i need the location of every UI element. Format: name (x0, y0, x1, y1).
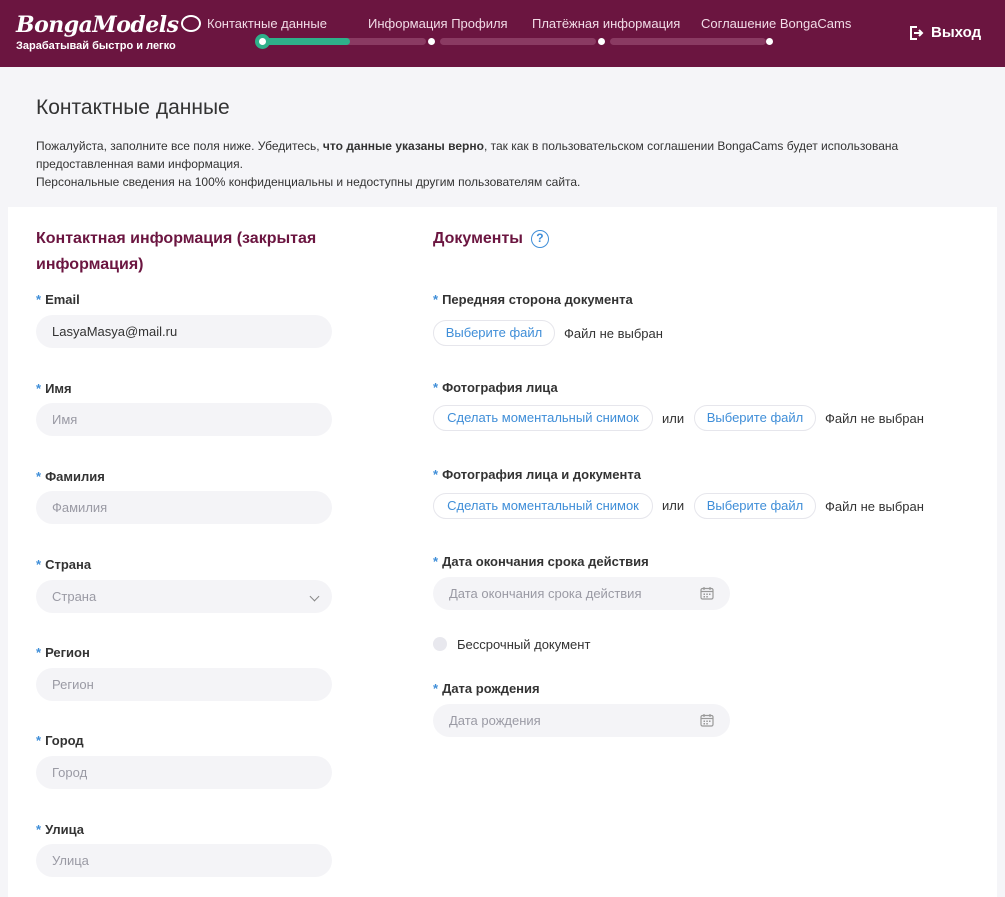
progress-step-dot (766, 38, 773, 45)
form-card: Контактная информация (закрытая информац… (8, 207, 997, 897)
step-contact-data: Контактные данные (207, 16, 327, 31)
email-label: * Email (36, 292, 80, 307)
progress-track-3 (610, 38, 766, 45)
expiry-date-placeholder: Дата окончания срока действия (449, 586, 642, 601)
face-document-photo-label: * Фотография лица и документа (433, 467, 641, 482)
progress-step-dot (428, 38, 435, 45)
document-front-label: * Передняя сторона документа (433, 292, 633, 307)
step-payment-info: Платёжная информация (532, 16, 681, 31)
region-field[interactable]: Регион (36, 668, 332, 701)
expiry-date-field[interactable]: Дата окончания срока действия (433, 577, 730, 610)
page-title: Контактные данные (36, 96, 230, 119)
last-name-label-text: Фамилия (45, 469, 105, 484)
documents-section-title: Документы? (433, 226, 549, 252)
logout-icon (910, 25, 924, 40)
intro-text-bold: что данные указаны верно (322, 139, 484, 153)
calendar-icon[interactable] (700, 586, 714, 600)
birth-date-label-text: Дата рождения (442, 681, 540, 696)
first-name-field[interactable]: Имя (36, 403, 332, 436)
email-field[interactable]: LasyaMasya@mail.ru (36, 315, 332, 348)
street-label: * Улица (36, 822, 84, 837)
city-field[interactable]: Город (36, 756, 332, 789)
country-label-text: Страна (45, 557, 92, 572)
document-front-file-status: Файл не выбран (564, 326, 663, 341)
progress-track-1 (262, 38, 426, 45)
country-label: * Страна (36, 557, 91, 572)
city-label-text: Город (45, 733, 84, 748)
document-front-choose-file-button[interactable]: Выберите файл (433, 320, 555, 346)
face-photo-snapshot-button[interactable]: Сделать моментальный снимок (433, 405, 653, 431)
chat-bubble-icon (180, 14, 201, 32)
or-separator: или (662, 498, 685, 513)
email-label-text: Email (45, 292, 80, 307)
birth-date-field[interactable]: Дата рождения (433, 704, 730, 737)
country-select[interactable]: Страна (36, 580, 332, 613)
chevron-down-icon (309, 591, 320, 602)
required-mark: * (36, 292, 42, 307)
required-mark: * (36, 822, 42, 837)
brand-logo[interactable]: BongaModels Зарабатывай быстро и легко (16, 12, 201, 52)
face-document-snapshot-button[interactable]: Сделать моментальный снимок (433, 493, 653, 519)
street-field[interactable]: Улица (36, 844, 332, 877)
or-separator: или (662, 411, 685, 426)
contact-section-title: Контактная информация (закрытая информац… (36, 230, 317, 273)
first-name-label-text: Имя (45, 381, 72, 396)
required-mark: * (36, 469, 42, 484)
required-mark: * (433, 292, 439, 307)
expiry-date-label: * Дата окончания срока действия (433, 554, 649, 569)
document-front-label-text: Передняя сторона документа (442, 292, 633, 307)
step-agreement: Соглашение BongaCams (701, 16, 852, 31)
birth-date-label: * Дата рождения (433, 681, 540, 696)
logout-button[interactable]: Выход (908, 24, 981, 41)
logo-tagline: Зарабатывай быстро и легко (16, 40, 176, 52)
region-label: * Регион (36, 645, 90, 660)
face-photo-choose-file-button[interactable]: Выберите файл (694, 405, 816, 431)
face-photo-label: * Фотография лица (433, 380, 558, 395)
required-mark: * (36, 733, 42, 748)
documents-title-text: Документы (433, 230, 523, 247)
indefinite-document-checkbox[interactable] (433, 637, 447, 651)
region-label-text: Регион (45, 645, 90, 660)
step-profile-info: Информация Профиля (368, 16, 508, 31)
face-document-photo-label-text: Фотография лица и документа (442, 467, 641, 482)
logout-label: Выход (931, 24, 982, 41)
last-name-field[interactable]: Фамилия (36, 491, 332, 524)
required-mark: * (433, 467, 439, 482)
intro-text: Пожалуйста, заполните все поля ниже. Убе… (36, 137, 976, 191)
required-mark: * (433, 681, 439, 696)
face-document-choose-file-button[interactable]: Выберите файл (694, 493, 816, 519)
progress-track-2 (440, 38, 596, 45)
intro-text-part: Пожалуйста, заполните все поля ниже. Убе… (36, 139, 323, 153)
first-name-label: * Имя (36, 381, 72, 396)
required-mark: * (433, 554, 439, 569)
logo-text: BongaModels (16, 12, 179, 38)
progress-step-current (255, 34, 270, 49)
required-mark: * (36, 557, 42, 572)
face-photo-file-status: Файл не выбран (825, 411, 924, 426)
city-label: * Город (36, 733, 84, 748)
progress-step-dot (598, 38, 605, 45)
street-label-text: Улица (45, 822, 84, 837)
required-mark: * (36, 645, 42, 660)
calendar-icon[interactable] (700, 713, 714, 727)
indefinite-document-label: Бессрочный документ (457, 637, 591, 652)
birth-date-placeholder: Дата рождения (449, 713, 541, 728)
required-mark: * (36, 381, 42, 396)
required-mark: * (433, 380, 439, 395)
face-photo-label-text: Фотография лица (442, 380, 558, 395)
intro-privacy-note: Персональные сведения на 100% конфиденци… (36, 175, 581, 189)
top-header: BongaModels Зарабатывай быстро и легко К… (0, 0, 1005, 67)
help-icon[interactable]: ? (530, 229, 549, 248)
face-document-file-status: Файл не выбран (825, 499, 924, 514)
progress-fill (262, 38, 350, 45)
expiry-date-label-text: Дата окончания срока действия (442, 554, 649, 569)
country-select-value: Страна (52, 589, 97, 604)
last-name-label: * Фамилия (36, 469, 105, 484)
